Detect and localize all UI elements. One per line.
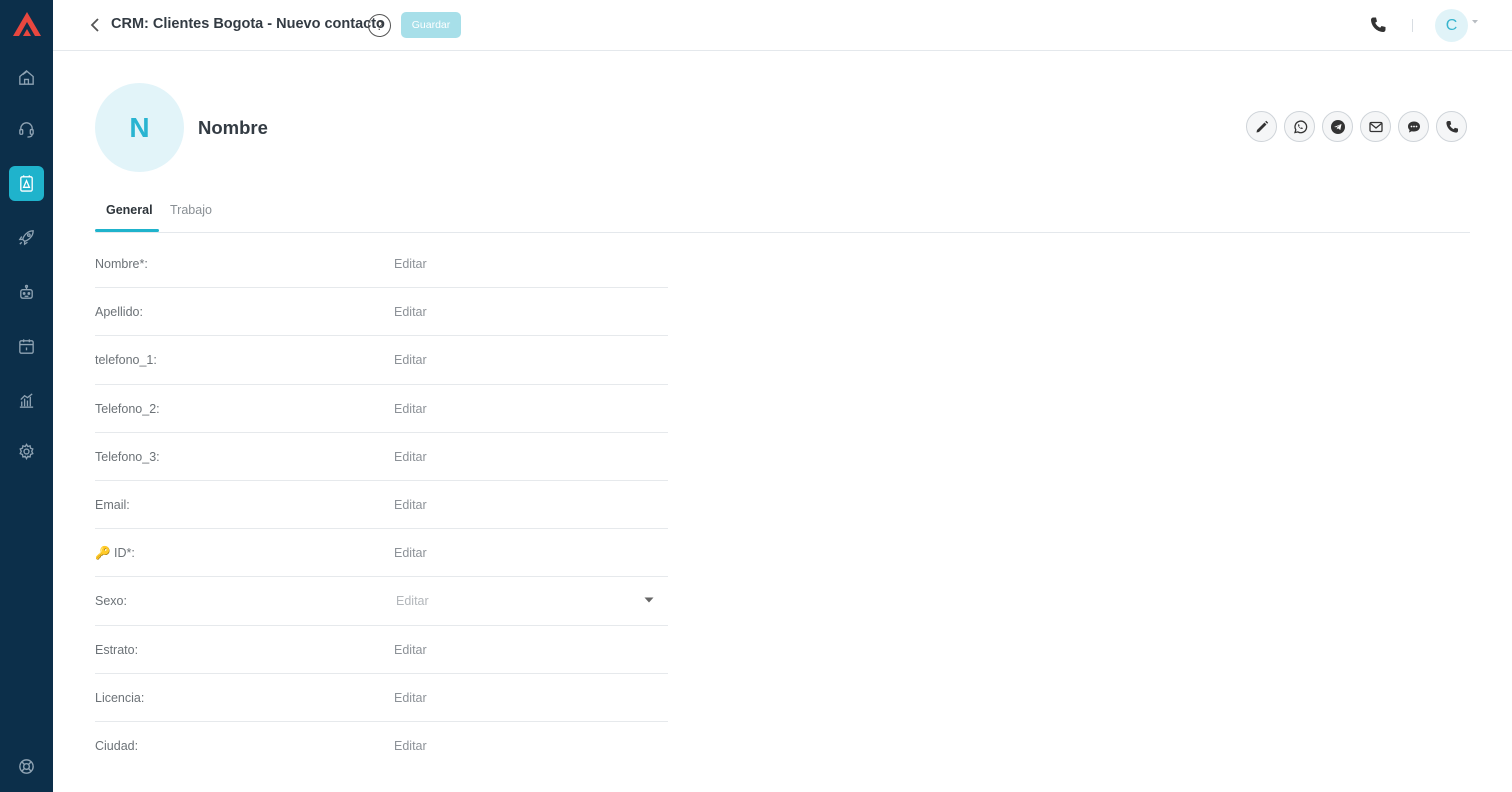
contacts-book-icon — [20, 175, 33, 192]
email-button[interactable] — [1360, 111, 1391, 142]
lifebuoy-icon — [19, 759, 34, 774]
form-row-telefono-2: Telefono_2: — [95, 385, 668, 433]
licencia-field[interactable] — [394, 685, 664, 710]
call-button[interactable] — [1436, 111, 1467, 142]
active-tab-indicator — [95, 229, 159, 232]
contact-actions — [1246, 111, 1467, 142]
bar-chart-icon — [19, 393, 34, 408]
form-row-apellido: Apellido: — [95, 288, 668, 337]
field-label: Ciudad: — [95, 738, 139, 753]
field-label: Telefono_2: — [95, 401, 160, 416]
sidebar — [0, 0, 53, 792]
rocket-icon — [18, 230, 34, 246]
contact-tabs: General Trabajo — [95, 196, 1470, 233]
form-row-ciudad: Ciudad: — [95, 722, 668, 770]
field-label: Sexo: — [95, 594, 127, 609]
field-label: Telefono_3: — [95, 449, 160, 464]
caret-down-icon[interactable] — [644, 597, 654, 603]
telegram-icon — [1330, 119, 1345, 134]
pencil-icon — [1256, 120, 1268, 132]
headset-icon — [19, 122, 34, 138]
contact-name: Nombre — [198, 117, 268, 138]
chevron-left-icon — [90, 18, 99, 32]
sexo-select[interactable]: Editar — [394, 589, 656, 613]
field-label: Estrato: — [95, 642, 139, 657]
whatsapp-icon — [1293, 119, 1307, 133]
field-label: Apellido: — [95, 305, 143, 320]
calendar-icon — [19, 339, 34, 354]
save-button[interactable]: Guardar — [401, 12, 461, 38]
gear-icon — [19, 443, 34, 461]
whatsapp-button[interactable] — [1284, 111, 1315, 142]
sidebar-item-support[interactable] — [9, 112, 44, 147]
field-label: Nombre*: — [95, 257, 148, 271]
robot-icon — [20, 284, 33, 299]
form-row-sexo: Sexo: Editar — [95, 577, 668, 626]
top-header: CRM: Clientes Bogota - Nuevo contacto ? … — [53, 0, 1512, 51]
apellido-field[interactable] — [394, 300, 664, 325]
sidebar-item-calendar[interactable] — [9, 329, 44, 364]
field-label: 🔑 ID*: — [95, 546, 135, 561]
phone-icon — [1445, 120, 1458, 133]
contact-form: Nombre*: Apellido: telefono_1: Telefono_… — [95, 240, 668, 770]
back-button[interactable] — [86, 15, 104, 35]
sidebar-item-campaigns[interactable] — [9, 220, 44, 255]
email-field[interactable] — [394, 492, 664, 517]
form-row-email: Email: — [95, 481, 668, 530]
form-row-telefono-1: telefono_1: — [95, 336, 668, 385]
contact-avatar: N — [95, 83, 184, 172]
sidebar-item-settings[interactable] — [9, 434, 44, 469]
estrato-field[interactable] — [394, 637, 664, 662]
id-field[interactable] — [394, 541, 664, 566]
field-label: Licencia: — [95, 690, 145, 705]
sidebar-item-bots[interactable] — [9, 275, 44, 310]
form-row-telefono-3: Telefono_3: — [95, 433, 668, 481]
tab-general[interactable]: General — [106, 203, 153, 217]
form-row-nombre: Nombre*: — [95, 240, 668, 289]
form-row-id: 🔑 ID*: — [95, 529, 668, 578]
sidebar-item-reports[interactable] — [9, 383, 44, 418]
home-icon — [19, 69, 34, 85]
form-row-estrato: Estrato: — [95, 626, 668, 674]
nombre-field[interactable] — [394, 252, 664, 276]
field-label: Email: — [95, 497, 130, 512]
ciudad-field[interactable] — [394, 733, 664, 758]
chat-button[interactable] — [1398, 111, 1429, 142]
phone-icon[interactable] — [1368, 15, 1388, 35]
telefono-1-field[interactable] — [394, 348, 664, 373]
caret-down-icon[interactable] — [1471, 18, 1479, 26]
user-avatar[interactable]: C — [1435, 9, 1468, 42]
page-title: CRM: Clientes Bogota - Nuevo contacto — [111, 16, 385, 32]
edit-button[interactable] — [1246, 111, 1277, 142]
sidebar-item-home[interactable] — [9, 60, 44, 95]
telefono-3-field[interactable] — [394, 444, 664, 469]
telegram-button[interactable] — [1322, 111, 1353, 142]
field-label: telefono_1: — [95, 353, 157, 368]
sidebar-item-contacts[interactable] — [9, 166, 44, 201]
mail-icon — [1368, 121, 1383, 132]
telefono-2-field[interactable] — [394, 396, 664, 421]
sidebar-item-help[interactable] — [9, 749, 44, 784]
chat-bubble-icon — [1407, 121, 1420, 132]
header-divider — [1412, 19, 1413, 32]
tab-trabajo[interactable]: Trabajo — [170, 203, 212, 217]
form-row-licencia: Licencia: — [95, 674, 668, 722]
app-logo[interactable] — [12, 11, 42, 37]
help-button[interactable]: ? — [368, 14, 391, 37]
